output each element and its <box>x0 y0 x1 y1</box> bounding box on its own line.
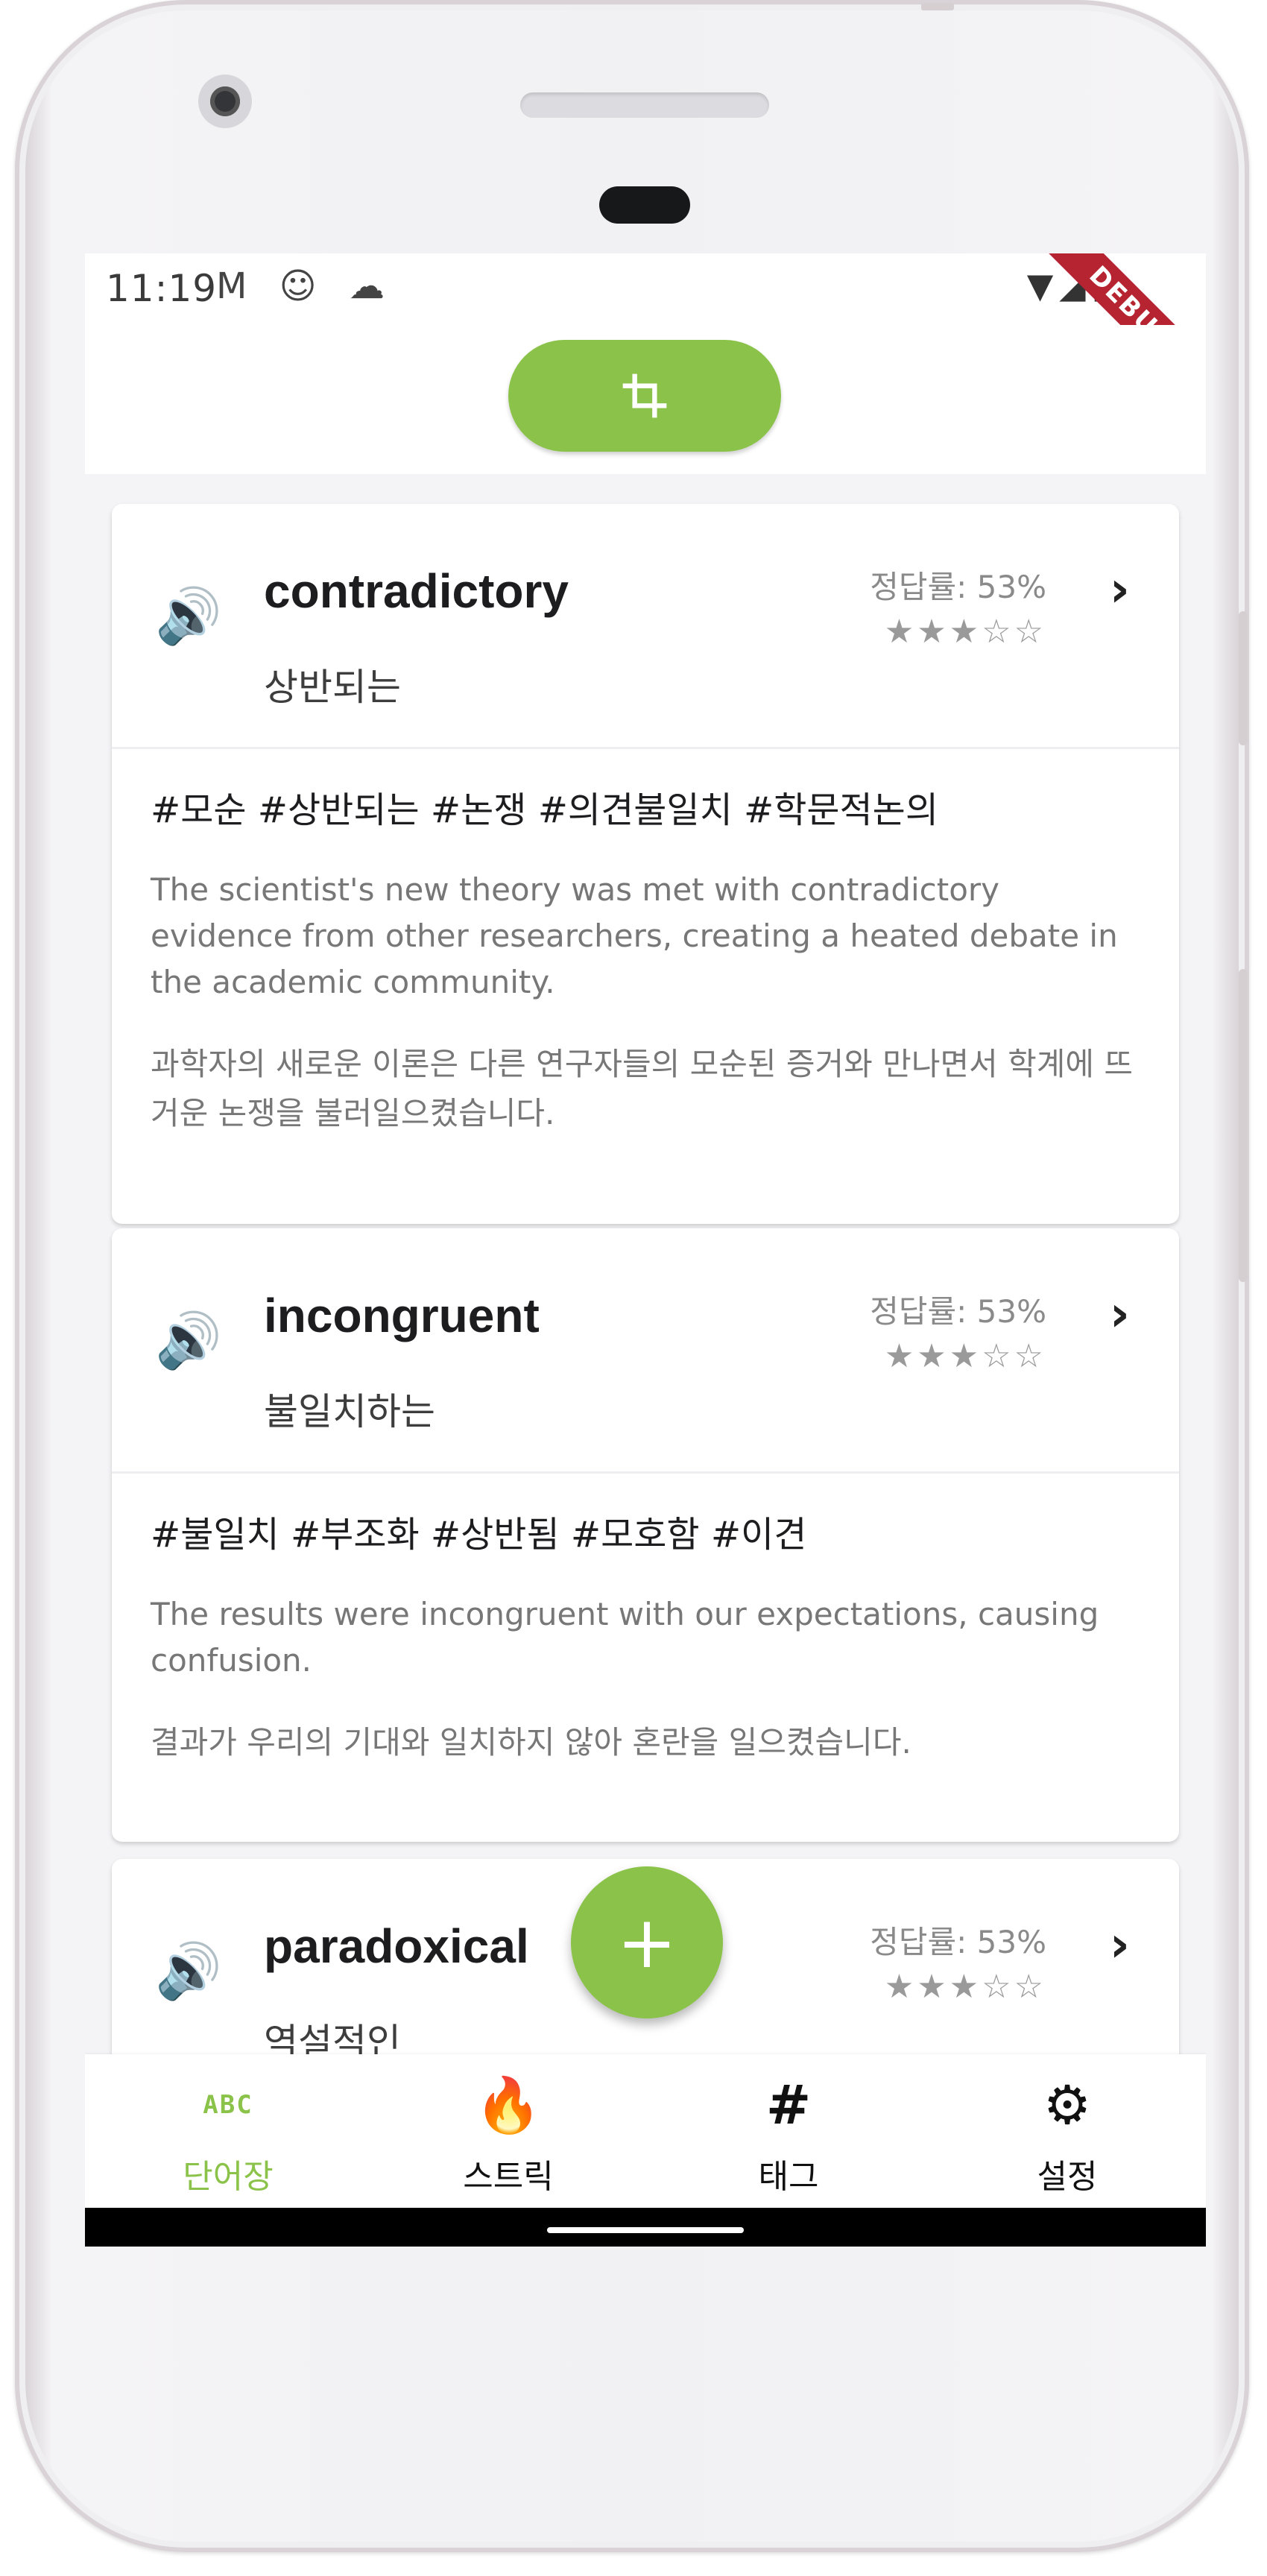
chevron-right-icon[interactable]: › <box>1110 1916 1130 1973</box>
word-meaning: 불일치하는 <box>264 1390 435 1433</box>
example-english: The scientist's new theory was met with … <box>151 871 1118 1000</box>
power-button <box>1239 969 1248 1282</box>
fire-icon: 🔥 <box>475 2074 542 2136</box>
accuracy-rate: 정답률: 53% <box>870 1293 1046 1330</box>
gear-icon: ⚙ <box>1043 2074 1092 2136</box>
nav-item-wordbook[interactable]: ABC 단어장 <box>116 2075 340 2197</box>
example-korean: 과학자의 새로운 이론은 다른 연구자들의 모순된 증거와 만나면서 학계에 뜨… <box>151 1046 1133 1131</box>
nav-label: 스트릭 <box>463 2158 554 2196</box>
word-card-body: #모순 #상반되는 #논쟁 #의견불일치 #학문적논의 The scientis… <box>112 749 1179 1224</box>
add-word-button[interactable]: + <box>571 1866 723 2018</box>
earpiece-speaker <box>520 92 769 118</box>
speaker-icon[interactable]: 🔊 <box>155 1941 222 2001</box>
tag-list: #모순 #상반되는 #논쟁 #의견불일치 #학문적논의 <box>151 789 939 831</box>
speaker-icon[interactable]: 🔊 <box>155 586 222 645</box>
proximity-sensor <box>599 186 690 224</box>
word-card-body: #불일치 #부조화 #상반됨 #모호함 #이견 The results were… <box>112 1474 1179 1842</box>
phone-frame: 11:19 M ☺ ☁ ▼◢▮ DEBUG 🔊 contradictory 상반… <box>15 0 1249 2552</box>
nav-item-tags[interactable]: # 태그 <box>677 2075 900 2197</box>
abc-icon: ABC <box>203 2090 253 2120</box>
word-text: contradictory <box>264 564 569 618</box>
bottom-navigation: ABC 단어장 🔥 스트릭 # 태그 ⚙ 설정 <box>85 2054 1206 2208</box>
word-card-header[interactable]: 🔊 contradictory 상반되는 정답률: 53% ★★★☆☆ › <box>112 504 1179 747</box>
rating-stars: ★★★☆☆ <box>884 613 1046 651</box>
app-screen: 11:19 M ☺ ☁ ▼◢▮ DEBUG 🔊 contradictory 상반… <box>85 253 1206 2247</box>
accuracy-rate: 정답률: 53% <box>870 1924 1046 1960</box>
hashtag-icon: # <box>765 2074 812 2136</box>
chevron-right-icon[interactable]: › <box>1110 561 1130 618</box>
home-indicator[interactable] <box>547 2227 744 2233</box>
chevron-right-icon[interactable]: › <box>1110 1285 1130 1342</box>
nav-label: 설정 <box>1037 2158 1098 2196</box>
nav-label: 태그 <box>758 2158 819 2196</box>
crop-icon <box>622 373 667 418</box>
word-card[interactable]: 🔊 contradictory 상반되는 정답률: 53% ★★★☆☆ › #모… <box>112 504 1179 1224</box>
notification-icons: M ☺ ☁ <box>216 265 395 307</box>
volume-button <box>1239 611 1248 745</box>
nav-item-settings[interactable]: ⚙ 설정 <box>955 2075 1179 2197</box>
nav-item-streak[interactable]: 🔥 스트릭 <box>396 2075 620 2197</box>
front-camera <box>198 75 252 128</box>
word-text: incongruent <box>264 1289 540 1342</box>
example-korean: 결과가 우리의 기대와 일치하지 않아 혼란을 일으켰습니다. <box>151 1724 911 1761</box>
rating-stars: ★★★☆☆ <box>884 1337 1046 1375</box>
example-english: The results were incongruent with our ex… <box>151 1596 1099 1679</box>
frame-detail <box>921 3 954 10</box>
nav-label: 단어장 <box>183 2158 274 2196</box>
accuracy-rate: 정답률: 53% <box>870 569 1046 605</box>
rating-stars: ★★★☆☆ <box>884 1968 1046 2006</box>
word-meaning: 상반되는 <box>264 666 401 709</box>
word-card-header[interactable]: 🔊 incongruent 불일치하는 정답률: 53% ★★★☆☆ › <box>112 1228 1179 1471</box>
status-bar: 11:19 M ☺ ☁ ▼◢▮ DEBUG <box>85 253 1206 412</box>
crop-button[interactable] <box>508 340 781 452</box>
word-card[interactable]: 🔊 incongruent 불일치하는 정답률: 53% ★★★☆☆ › #불일… <box>112 1228 1179 1842</box>
speaker-icon[interactable]: 🔊 <box>155 1310 222 1370</box>
status-time: 11:19 <box>106 267 218 310</box>
word-text: paradoxical <box>264 1919 529 1973</box>
tag-list: #불일치 #부조화 #상반됨 #모호함 #이견 <box>151 1514 807 1556</box>
gesture-navigation-bar <box>85 2208 1206 2247</box>
